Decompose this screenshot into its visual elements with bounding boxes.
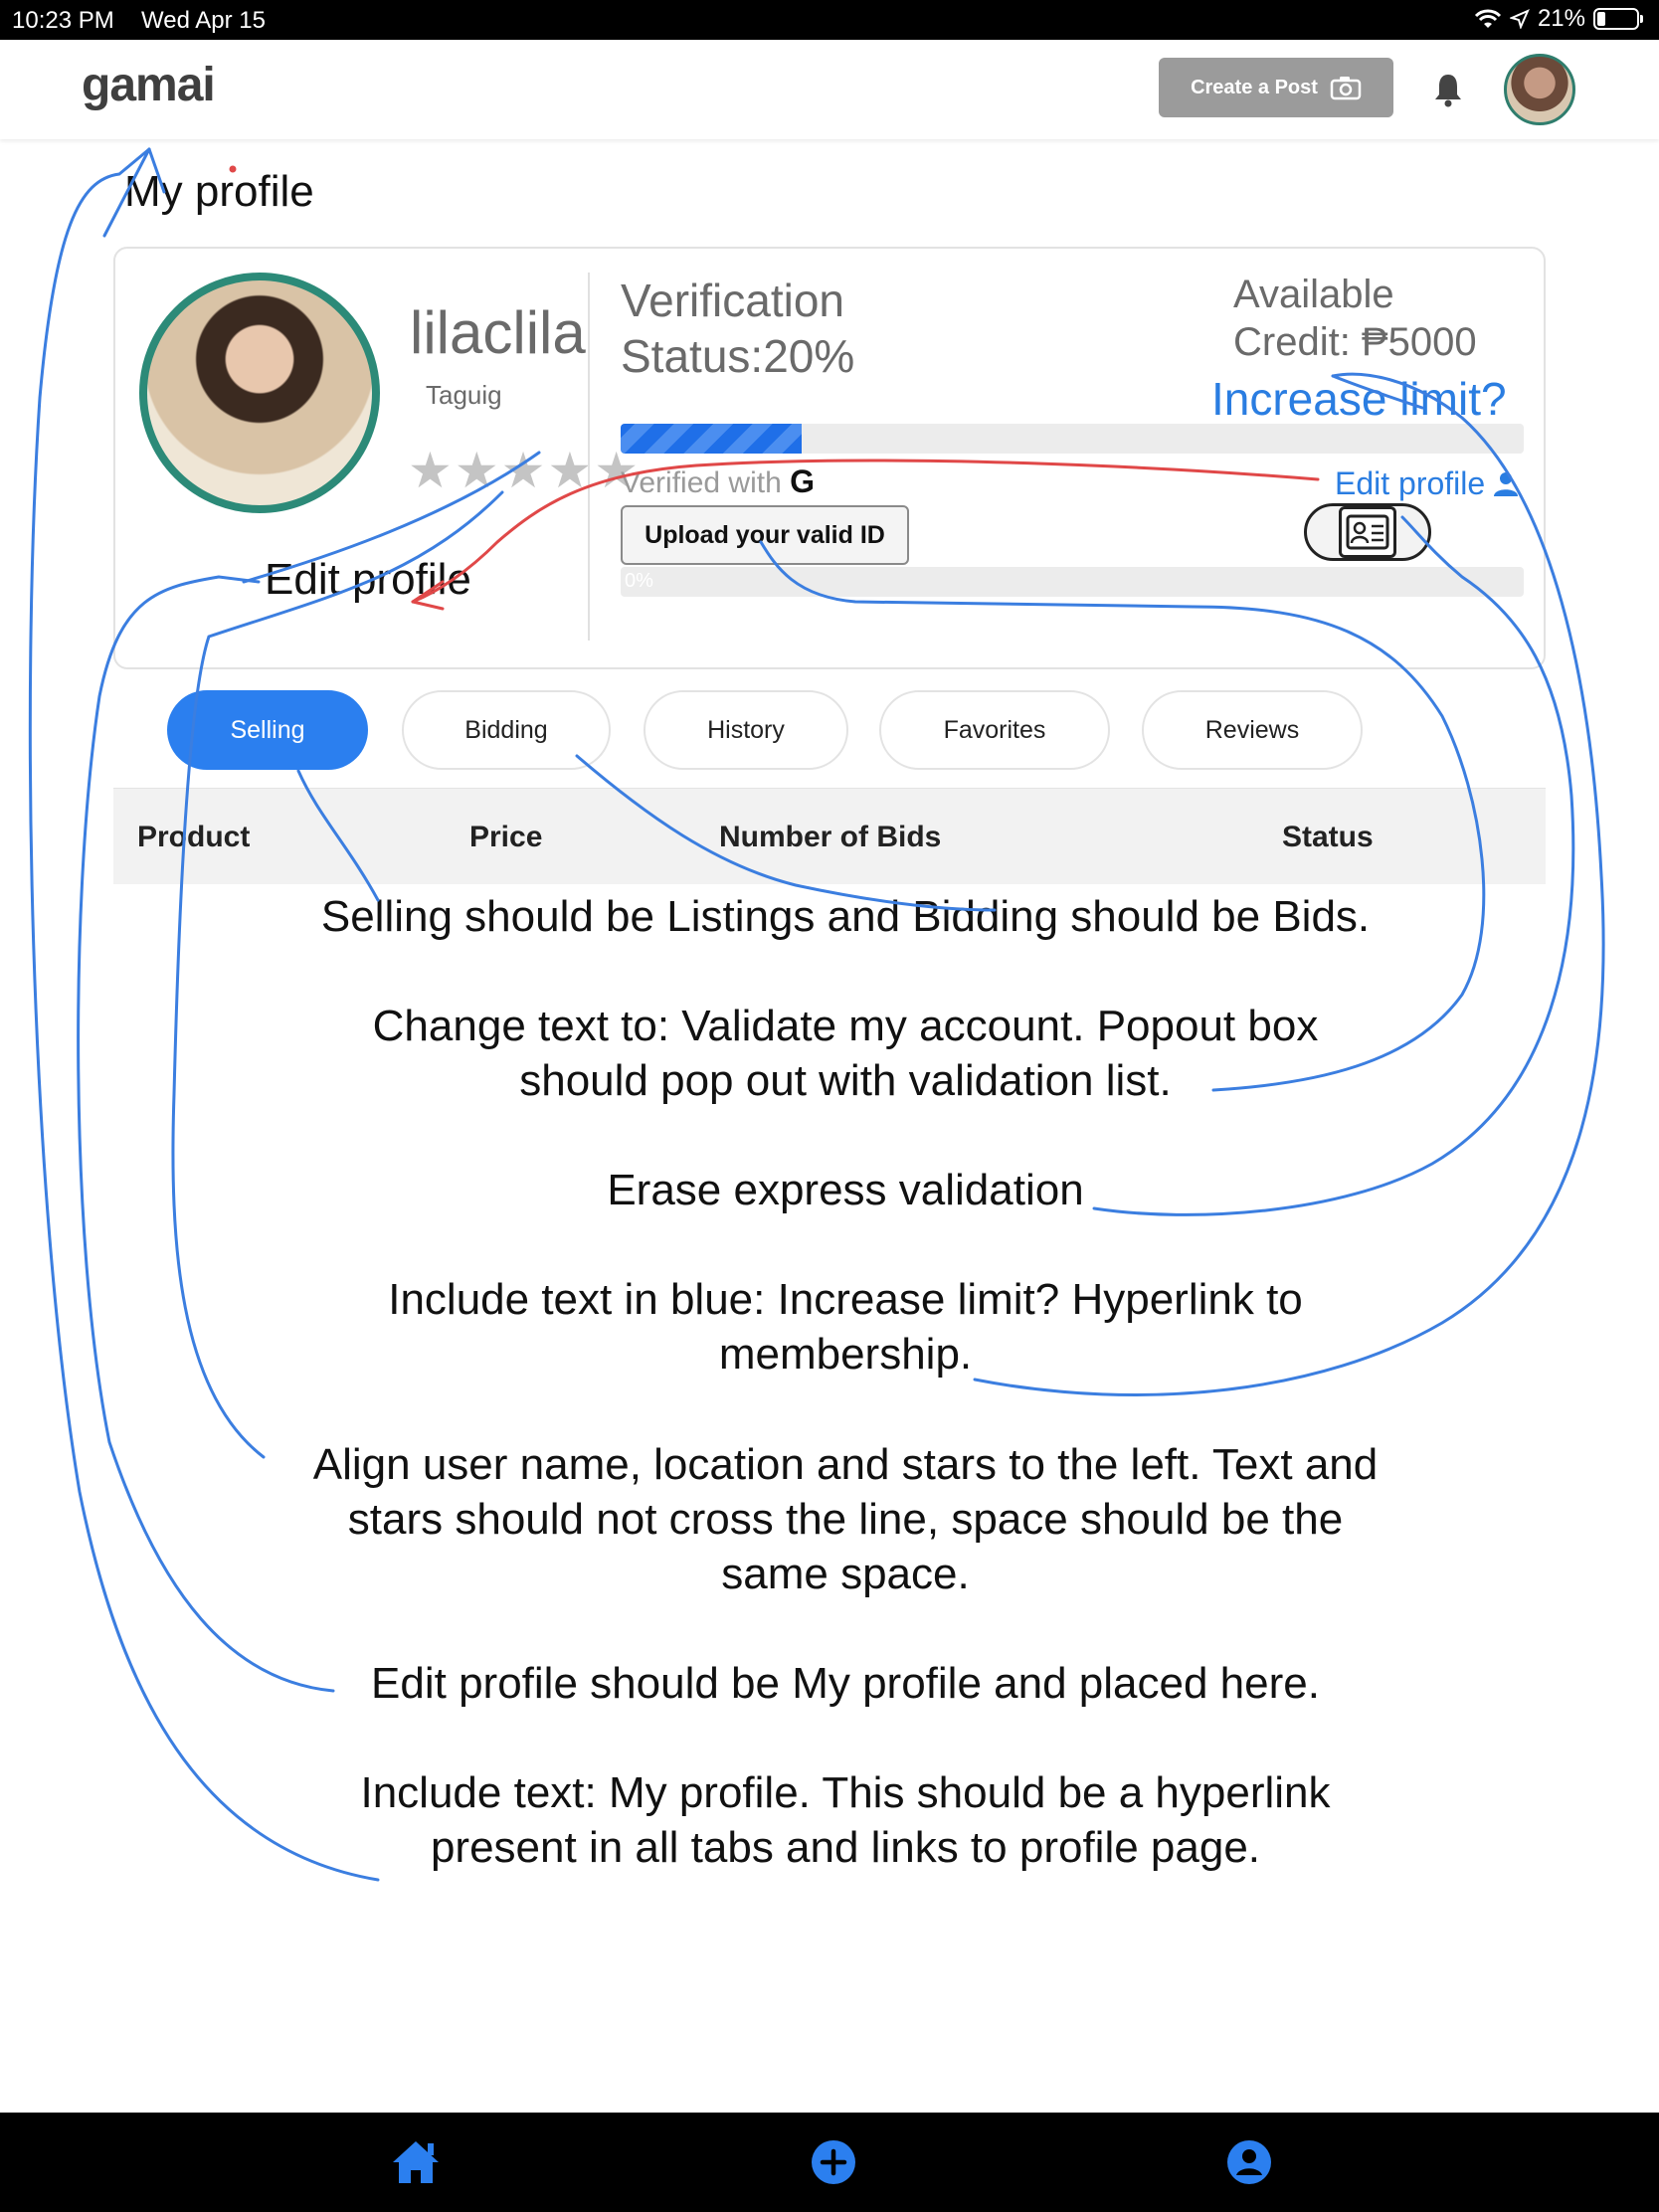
user-location: Taguig xyxy=(426,380,502,410)
note-validate-account: Change text to: Validate my account. Pop… xyxy=(159,999,1532,1108)
note-line: Align user name, location and stars to t… xyxy=(312,1440,1379,1489)
column-price: Price xyxy=(469,821,543,853)
note-line: Include text in blue: Increase limit? Hy… xyxy=(388,1275,1303,1324)
note-line: Change text to: Validate my account. Pop… xyxy=(372,1002,1319,1050)
note-line: Selling should be Listings and Bidding s… xyxy=(320,892,1371,941)
bell-icon[interactable] xyxy=(1432,72,1464,107)
profile-card: lilaclila Taguig ★★★★★ Edit profile Veri… xyxy=(113,247,1546,669)
edit-profile-link[interactable]: Edit profile xyxy=(265,555,471,605)
create-post-label: Create a Post xyxy=(1191,76,1318,98)
tab-selling[interactable]: Selling xyxy=(167,690,368,770)
note-line: same space. xyxy=(721,1550,970,1598)
tab-history[interactable]: History xyxy=(644,690,848,770)
note-line: Include text: My profile. This should be… xyxy=(360,1768,1331,1817)
status-indicators: 21% xyxy=(1474,5,1643,33)
profile-photo xyxy=(139,273,380,513)
upload-id-button[interactable]: Upload your valid ID xyxy=(621,505,909,565)
rating-stars: ★★★★★ xyxy=(408,443,642,498)
verified-with-label: Verified with xyxy=(621,466,782,499)
note-line: membership. xyxy=(718,1330,973,1379)
note-line: should pop out with validation list. xyxy=(519,1056,1172,1105)
status-time: 10:23 PM xyxy=(12,7,114,34)
id-card-toggle[interactable] xyxy=(1304,503,1431,561)
listing-table-header: Product Price Number of Bids Status xyxy=(113,788,1546,884)
battery-icon xyxy=(1593,8,1643,30)
bottom-nav xyxy=(0,2113,1659,2212)
account-icon[interactable] xyxy=(1221,2134,1277,2190)
app-logo[interactable]: gamai xyxy=(82,58,216,112)
camera-icon xyxy=(1330,77,1362,100)
battery-percent: 21% xyxy=(1537,5,1585,32)
username: lilaclila xyxy=(410,299,586,366)
verification-percent: Status:20% xyxy=(621,330,855,382)
verification-title: Verification xyxy=(621,275,845,326)
edit-profile-button[interactable]: Edit profile xyxy=(1335,465,1519,502)
page-title[interactable]: My profile xyxy=(124,167,314,217)
id-card-icon xyxy=(1339,506,1396,558)
avatar[interactable] xyxy=(1504,54,1575,125)
note-tab-renames: Selling should be Listings and Bidding s… xyxy=(159,889,1532,944)
card-divider xyxy=(588,273,590,641)
top-header: gamai Create a Post xyxy=(0,40,1659,139)
credit-amount: Credit: ₱5000 xyxy=(1233,320,1477,364)
verification-progress-bar xyxy=(621,424,1524,454)
edit-profile-label: Edit profile xyxy=(1335,465,1486,501)
wifi-icon xyxy=(1474,9,1502,28)
user-icon xyxy=(1494,471,1519,496)
column-number-of-bids: Number of Bids xyxy=(719,821,942,853)
upload-progress-label: 0% xyxy=(625,570,653,592)
note-line: present in all tabs and links to profile… xyxy=(430,1823,1261,1872)
create-post-button[interactable]: Create a Post xyxy=(1159,58,1393,117)
column-product: Product xyxy=(137,821,251,853)
note-line: stars should not cross the line, space s… xyxy=(347,1495,1344,1544)
increase-limit-link[interactable]: Increase limit? xyxy=(1211,372,1507,426)
add-icon[interactable] xyxy=(806,2134,861,2190)
tab-reviews[interactable]: Reviews xyxy=(1142,690,1363,770)
note-erase-express-validation: Erase express validation xyxy=(159,1163,1532,1217)
note-align-left: Align user name, location and stars to t… xyxy=(159,1437,1532,1601)
location-arrow-icon xyxy=(1509,9,1530,29)
upload-progress-bar: 0% xyxy=(621,567,1524,597)
google-icon: G xyxy=(790,463,815,499)
available-credit: Available Credit: ₱5000 xyxy=(1233,271,1477,366)
verification-progress-fill xyxy=(621,424,802,454)
home-icon[interactable] xyxy=(388,2134,444,2190)
column-status: Status xyxy=(1282,821,1374,853)
tab-bidding[interactable]: Bidding xyxy=(402,690,611,770)
note-increase-limit: Include text in blue: Increase limit? Hy… xyxy=(159,1272,1532,1382)
verified-with: Verified with G xyxy=(621,463,815,500)
status-date: Wed Apr 15 xyxy=(141,7,266,34)
credit-label: Available xyxy=(1233,273,1394,316)
tab-favorites[interactable]: Favorites xyxy=(879,690,1110,770)
note-line: Erase express validation xyxy=(607,1166,1084,1214)
verification-status: Verification Status:20% xyxy=(621,273,854,384)
note-line: Edit profile should be My profile and pl… xyxy=(371,1659,1320,1708)
note-my-profile-link: Include text: My profile. This should be… xyxy=(159,1765,1532,1875)
status-bar: 10:23 PM Wed Apr 15 21% xyxy=(0,0,1659,40)
note-edit-profile-rename: Edit profile should be My profile and pl… xyxy=(159,1656,1532,1711)
